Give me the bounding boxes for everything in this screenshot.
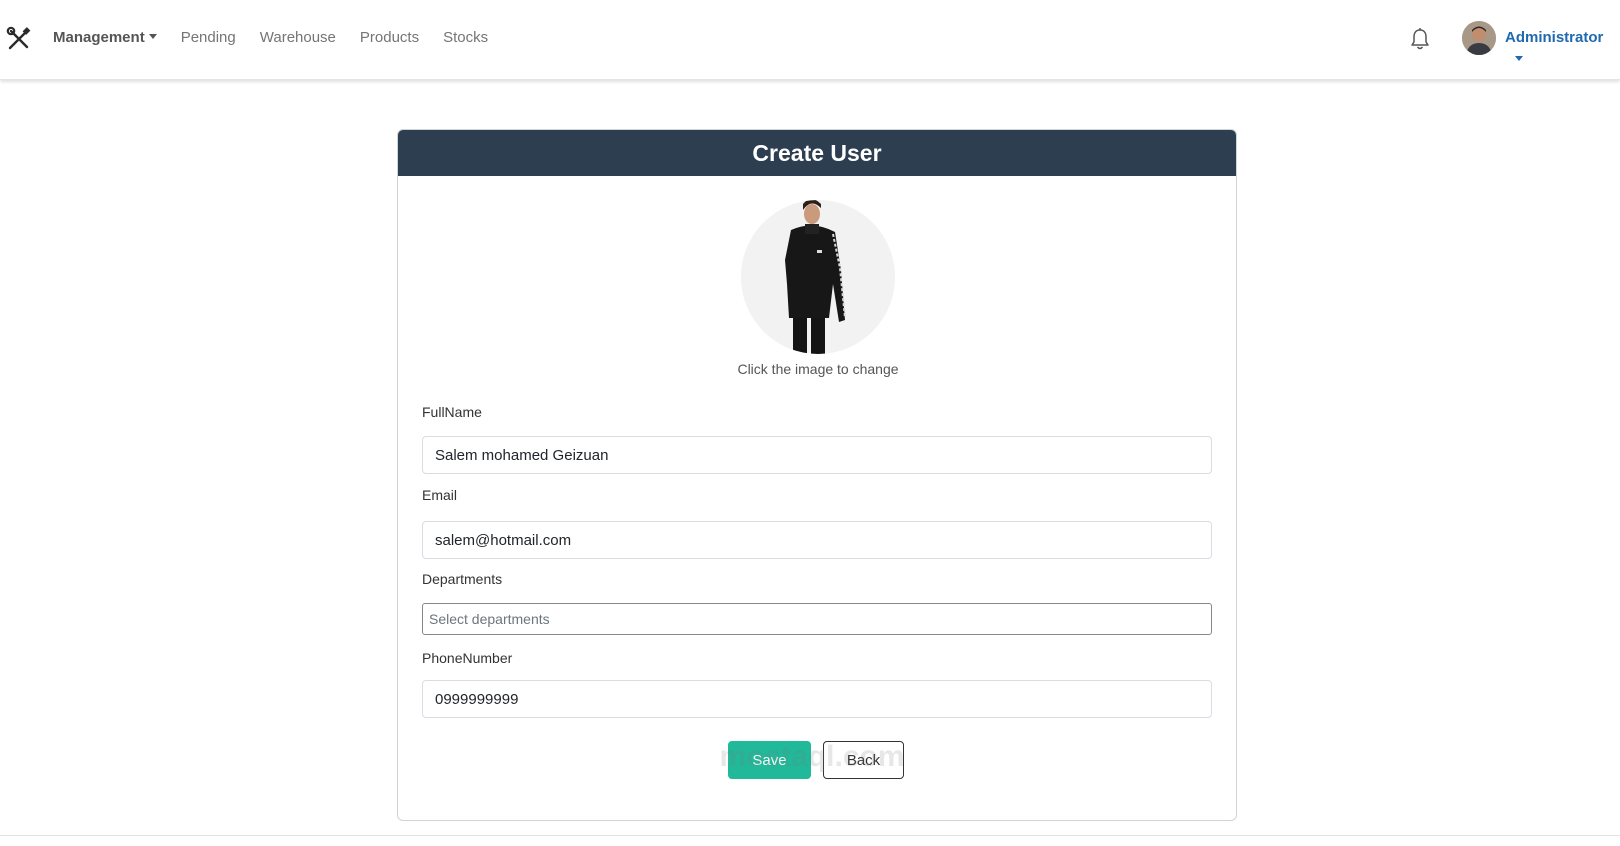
avatar[interactable] — [1462, 21, 1496, 55]
save-button[interactable]: Save — [728, 741, 811, 779]
create-user-card: Create User Click the image to change Fu… — [397, 129, 1237, 821]
nav-links: Management Pending Warehouse Products St… — [53, 27, 512, 49]
top-navbar: Management Pending Warehouse Products St… — [0, 0, 1620, 80]
user-name: Administrator — [1505, 29, 1604, 46]
email-label: Email — [422, 487, 458, 503]
email-input[interactable] — [422, 521, 1212, 559]
photo-hint: Click the image to change — [737, 361, 899, 377]
phone-input[interactable] — [422, 680, 1212, 718]
departments-select[interactable]: Select departments — [422, 603, 1212, 635]
footer-divider — [0, 835, 1620, 836]
tools-icon[interactable] — [6, 26, 32, 52]
card-title: Create User — [398, 130, 1236, 176]
chevron-down-icon — [148, 34, 157, 40]
nav-management-label: Management — [53, 29, 145, 46]
user-photo[interactable] — [741, 200, 895, 354]
nav-pending[interactable]: Pending — [181, 27, 236, 49]
phone-label: PhoneNumber — [422, 650, 513, 666]
user-menu[interactable]: Administrator — [1505, 27, 1620, 71]
bell-icon[interactable] — [1409, 27, 1431, 51]
chevron-down-icon — [1515, 56, 1523, 62]
fullname-input[interactable] — [422, 436, 1212, 474]
nav-products[interactable]: Products — [360, 27, 419, 49]
back-button[interactable]: Back — [823, 741, 904, 779]
nav-management[interactable]: Management — [53, 27, 157, 49]
fullname-label: FullName — [422, 404, 482, 420]
nav-warehouse[interactable]: Warehouse — [260, 27, 336, 49]
nav-stocks[interactable]: Stocks — [443, 27, 488, 49]
departments-label: Departments — [422, 571, 503, 587]
